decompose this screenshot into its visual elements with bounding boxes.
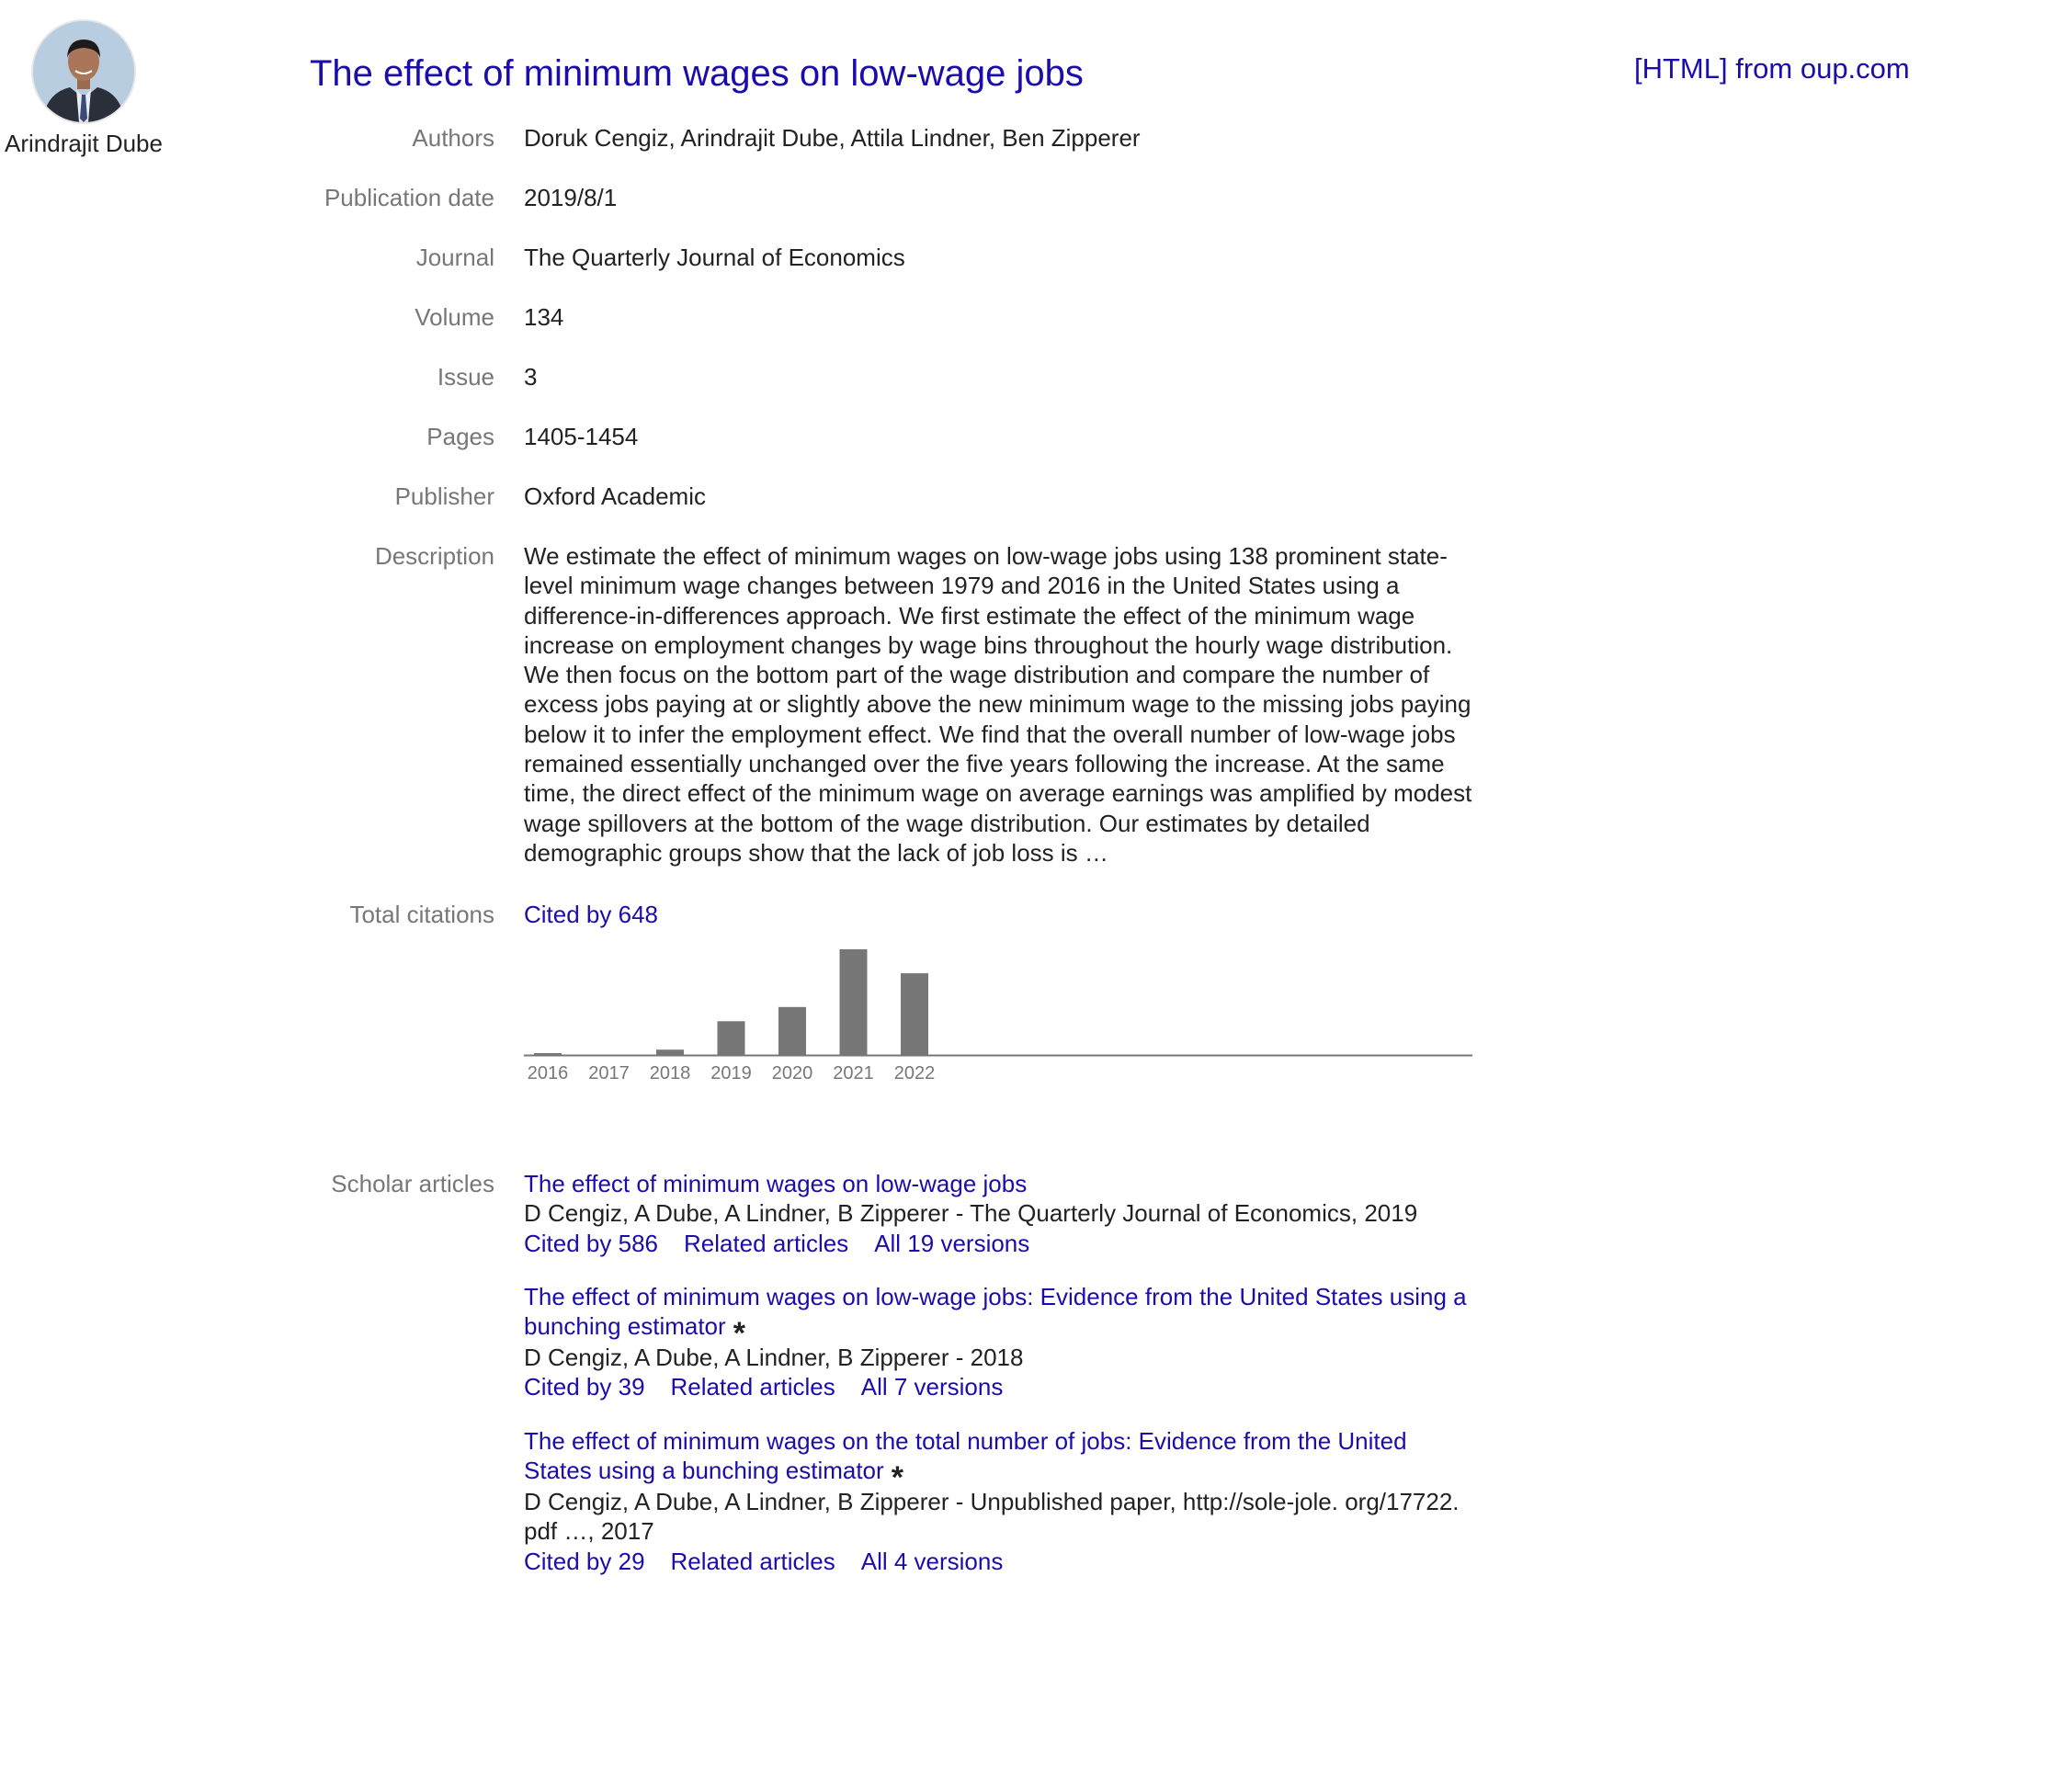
field-label: Journal [415, 244, 494, 271]
scholar-article-title-link[interactable]: The effect of minimum wages on low-wage … [524, 1282, 1475, 1349]
field-label: Publication date [324, 184, 494, 211]
scholar-article-title-text[interactable]: The effect of minimum wages on low-wage … [524, 1283, 1467, 1340]
field-label: Authors [412, 124, 494, 152]
person-photo-icon [33, 21, 134, 122]
cited-by-link[interactable]: Cited by 29 [524, 1548, 645, 1575]
citation-bar-2021[interactable] [839, 949, 868, 1055]
citation-bar-2022[interactable] [901, 973, 928, 1055]
citations-chart: 2016 2017 2018 2019 2020 2021 2022 [524, 939, 1472, 1086]
all-versions-link[interactable]: All 19 versions [874, 1230, 1029, 1257]
x-tick-label: 2022 [894, 1063, 936, 1083]
citation-bar-2018[interactable] [656, 1049, 684, 1055]
authors-value: Doruk Cengiz, Arindrajit Dube, Attila Li… [524, 124, 1141, 152]
all-versions-link[interactable]: All 7 versions [861, 1373, 1004, 1401]
scholar-article-title-link[interactable]: The effect of minimum wages on the total… [524, 1426, 1475, 1493]
scholar-article-links: Cited by 586 Related articles All 19 versi… [524, 1229, 1475, 1258]
scholar-article: The effect of minimum wages on the total… [524, 1426, 1475, 1576]
description-value: We estimate the effect of minimum wages … [524, 542, 1472, 867]
x-tick-label: 2016 [528, 1063, 569, 1083]
cited-by-link[interactable]: Cited by 586 [524, 1230, 658, 1257]
scholar-article: The effect of minimum wages on low-wage … [524, 1282, 1475, 1402]
publisher-value: Oxford Academic [524, 482, 706, 510]
x-tick-label: 2021 [833, 1063, 874, 1083]
citations-bar-chart: 2016 2017 2018 2019 2020 2021 2022 [524, 949, 1472, 1083]
field-label: Description [374, 542, 494, 570]
scholar-article-title-link[interactable]: The effect of minimum wages on low-wage … [524, 1169, 1475, 1198]
field-label: Issue [437, 363, 494, 391]
scholar-article-links: Cited by 39 Related articles All 7 version… [524, 1372, 1475, 1401]
field-label: Total citations [349, 901, 494, 928]
x-tick-label: 2017 [588, 1063, 630, 1083]
all-versions-link[interactable]: All 4 versions [861, 1548, 1004, 1575]
x-tick-label: 2018 [650, 1063, 691, 1083]
pages-value: 1405-1454 [524, 423, 639, 450]
total-cited-by-link[interactable]: Cited by 648 [524, 901, 658, 928]
scholar-article-authors: D Cengiz, A Dube, A Lindner, B Zipperer … [524, 1488, 1460, 1546]
citation-bar-2019[interactable] [717, 1021, 745, 1055]
avatar[interactable] [31, 19, 136, 124]
related-articles-link[interactable]: Related articles [684, 1230, 848, 1257]
volume-value: 134 [524, 303, 564, 331]
field-label: Pages [426, 423, 494, 450]
scholar-article-title-text[interactable]: The effect of minimum wages on the total… [524, 1427, 1407, 1484]
related-articles-link[interactable]: Related articles [671, 1548, 835, 1575]
article-title-link[interactable]: The effect of minimum wages on low-wage … [310, 48, 1084, 99]
x-tick-label: 2020 [772, 1063, 813, 1083]
issue-value: 3 [524, 363, 538, 391]
scholar-article-links: Cited by 29 Related articles All 4 version… [524, 1547, 1475, 1576]
scholar-article-authors: D Cengiz, A Dube, A Lindner, B Zipperer … [524, 1199, 1418, 1228]
journal-value: The Quarterly Journal of Economics [524, 244, 905, 271]
scholar-article: The effect of minimum wages on low-wage … [524, 1169, 1475, 1258]
cited-by-link[interactable]: Cited by 39 [524, 1373, 645, 1401]
field-label: Volume [415, 303, 494, 331]
related-articles-link[interactable]: Related articles [671, 1373, 835, 1401]
field-label: Scholar articles [331, 1170, 494, 1197]
field-label: Publisher [394, 482, 494, 510]
scholar-article-authors: D Cengiz, A Dube, A Lindner, B Zipperer … [524, 1344, 1024, 1372]
x-tick-label: 2019 [710, 1063, 752, 1083]
publication-date-value: 2019/8/1 [524, 184, 618, 211]
scholar-articles-list: The effect of minimum wages on low-wage … [524, 1169, 1475, 1600]
citation-bar-2020[interactable] [778, 1006, 806, 1055]
html-source-link[interactable]: [HTML] from oup.com [1634, 51, 1910, 87]
